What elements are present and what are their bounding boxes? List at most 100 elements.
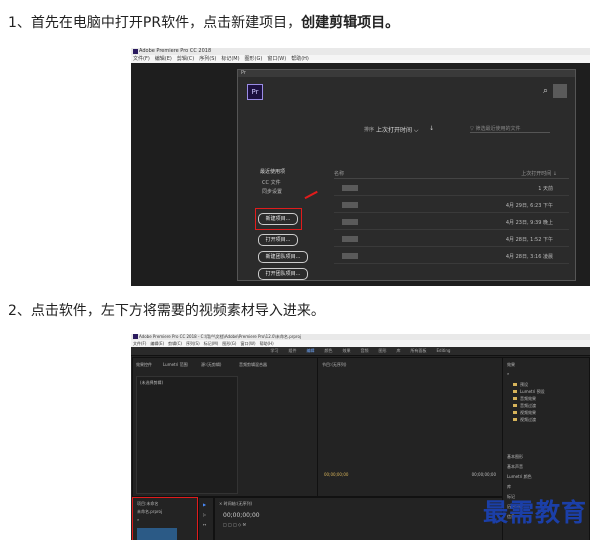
ws-learn[interactable]: 学习 bbox=[271, 348, 279, 353]
tools-panel: ▶ ▷ ↔ bbox=[198, 497, 214, 540]
effects-item[interactable]: Lumetri 预设 bbox=[520, 389, 545, 395]
menu-clip[interactable]: 剪辑(C) bbox=[168, 341, 182, 346]
tab-audio-clip-mixer[interactable]: 音频剪辑混合器 bbox=[239, 362, 267, 368]
open-team-project-button[interactable]: 打开团队项目... bbox=[258, 268, 308, 280]
ws-editing[interactable]: Editing bbox=[437, 348, 451, 353]
folder-icon bbox=[513, 390, 517, 393]
folder-icon bbox=[513, 418, 517, 421]
menu-window[interactable]: 窗口(W) bbox=[240, 341, 255, 346]
program-monitor: 节目:(无序列) 00;00;00;00 00;00;00;00 bbox=[317, 357, 503, 497]
ws-color[interactable]: 颜色 bbox=[325, 348, 333, 353]
effects-item[interactable]: 音频过渡 bbox=[520, 403, 536, 409]
menu-help[interactable]: 帮助(H) bbox=[260, 341, 274, 346]
name-col-icon: 名称 bbox=[334, 171, 345, 177]
recent-row-date: 4月 28日, 1:52 下午 bbox=[505, 237, 553, 243]
ws-all-panels[interactable]: 所有面板 bbox=[411, 348, 427, 353]
panel-libraries[interactable]: 库 bbox=[507, 484, 511, 490]
ws-edit[interactable]: 编辑 bbox=[307, 348, 315, 353]
new-team-project-button[interactable]: 新建团队项目... bbox=[258, 251, 308, 263]
recent-row-date: 4月 29日, 6:23 下午 bbox=[505, 203, 553, 209]
sort-label: 排序 bbox=[364, 127, 375, 133]
search-icon[interactable]: ⌕ bbox=[507, 371, 509, 376]
ws-assembly[interactable]: 组件 bbox=[289, 348, 297, 353]
ws-library[interactable]: 库 bbox=[397, 348, 401, 353]
sidebar-heading[interactable]: 最近使用项 bbox=[260, 168, 285, 175]
effects-title[interactable]: 效果 bbox=[507, 362, 515, 368]
user-icon[interactable] bbox=[553, 84, 567, 98]
folder-icon bbox=[513, 383, 517, 386]
track-select-tool-icon[interactable]: ▷ bbox=[203, 512, 206, 517]
ws-audio[interactable]: 音频 bbox=[361, 348, 369, 353]
menu-marker[interactable]: 标记(M) bbox=[221, 56, 239, 62]
program-timecode-right: 00;00;00;00 bbox=[471, 472, 496, 477]
menu-edit[interactable]: 编辑(E) bbox=[150, 341, 164, 346]
step-2-text: 2、点击软件，左下方将需要的视频素材导入进来。 bbox=[8, 303, 325, 319]
recent-row[interactable]: 4月 29日, 6:23 下午 bbox=[334, 198, 569, 213]
recent-row-name bbox=[342, 253, 358, 259]
effects-item[interactable]: 视频过渡 bbox=[520, 417, 536, 423]
folder-icon bbox=[513, 397, 517, 400]
recent-row-date: 4月 23日, 9:39 晚上 bbox=[505, 220, 553, 226]
menu-file[interactable]: 文件(F) bbox=[133, 56, 150, 62]
timeline-timecode: 00;00;00;00 bbox=[223, 512, 260, 519]
menu-edit[interactable]: 编辑(E) bbox=[155, 56, 172, 62]
date-col-header[interactable]: 上次打开时间 ↓ bbox=[521, 170, 557, 177]
sidebar-item-cc-files[interactable]: CC 文件 bbox=[262, 179, 281, 186]
timeline-title[interactable]: × 时间轴:(无序列) bbox=[219, 501, 252, 507]
red-arrow-icon bbox=[304, 190, 318, 199]
program-title[interactable]: 节目:(无序列) bbox=[322, 362, 346, 368]
recent-row[interactable]: 4月 28日, 1:52 下午 bbox=[334, 232, 569, 247]
panel-essential-sound[interactable]: 基本声音 bbox=[507, 464, 523, 470]
recent-row-date: 4月 28日, 3:16 凌晨 bbox=[505, 254, 553, 260]
sidebar-item-sync[interactable]: 同步设置 bbox=[262, 188, 282, 195]
effects-item[interactable]: 音频效果 bbox=[520, 396, 536, 402]
recent-row[interactable]: 1 天前 bbox=[334, 181, 569, 196]
recent-row[interactable]: 4月 23日, 9:39 晚上 bbox=[334, 215, 569, 230]
menu-graphics[interactable]: 图形(G) bbox=[245, 56, 263, 62]
effects-item[interactable]: 预设 bbox=[520, 382, 528, 388]
open-project-button[interactable]: 打开项目... bbox=[258, 234, 298, 246]
project-panel-highlight bbox=[132, 497, 198, 540]
menu-bar: 文件(F) 编辑(E) 剪辑(C) 序列(S) 标记(M) 图形(G) 窗口(W) 帮助(H) bbox=[131, 340, 590, 347]
ripple-tool-icon[interactable]: ↔ bbox=[203, 522, 206, 527]
app-title: Adobe Premiere Pro CC 2018 - C:\用户\文档\Ad… bbox=[139, 334, 302, 339]
app-title: Adobe Premiere Pro CC 2018 bbox=[139, 48, 212, 54]
panel-lumetri-color[interactable]: Lumetri 颜色 bbox=[507, 474, 532, 480]
pr-logo-icon: Pr bbox=[247, 84, 263, 100]
new-project-highlight bbox=[255, 208, 302, 230]
panel-essential-graphics[interactable]: 基本图形 bbox=[507, 454, 523, 460]
filter-input[interactable]: ▽ 筛选最近使用的文件 bbox=[470, 125, 550, 133]
sort-value: 上次打开时间 bbox=[376, 127, 413, 134]
selection-tool-icon[interactable]: ▶ bbox=[203, 502, 206, 507]
menu-clip[interactable]: 剪辑(C) bbox=[177, 56, 194, 62]
tab-source[interactable]: 源:(无剪辑) bbox=[201, 362, 221, 368]
tab-effect-controls[interactable]: 效果控件 bbox=[136, 362, 152, 368]
menu-sequence[interactable]: 序列(S) bbox=[186, 341, 200, 346]
menu-graphics[interactable]: 图形(G) bbox=[222, 341, 236, 346]
effects-item[interactable]: 视频效果 bbox=[520, 410, 536, 416]
ws-effects[interactable]: 效果 bbox=[343, 348, 351, 353]
menu-file[interactable]: 文件(F) bbox=[133, 341, 146, 346]
menu-help[interactable]: 帮助(H) bbox=[291, 56, 309, 62]
recent-row-name bbox=[342, 219, 358, 225]
folder-icon bbox=[513, 404, 517, 407]
sort-select[interactable]: 上次打开时间 ⌵ bbox=[376, 125, 418, 135]
workspace-bar: 学习 组件 编辑 颜色 效果 音频 图形 库 所有面板 Editing bbox=[131, 347, 590, 356]
ws-graphics[interactable]: 图形 bbox=[379, 348, 387, 353]
menu-sequence[interactable]: 序列(S) bbox=[199, 56, 216, 62]
tab-lumetri-scopes[interactable]: Lumetri 范围 bbox=[163, 362, 188, 368]
recent-row[interactable]: 4月 28日, 3:16 凌晨 bbox=[334, 249, 569, 264]
timeline-tools-icon[interactable]: □ □ □ ◇ ⚒ bbox=[223, 522, 246, 527]
filter-placeholder: 筛选最近使用的文件 bbox=[475, 126, 521, 132]
step-1-text: 1、首先在电脑中打开PR软件，点击新建项目，创建剪辑项目。 bbox=[8, 12, 399, 32]
recent-row-name bbox=[342, 185, 358, 191]
sort-arrow-icon[interactable]: ↓ bbox=[429, 125, 434, 132]
dialog-titlebar: Pr bbox=[238, 70, 575, 77]
filter-icon: ▽ bbox=[470, 126, 474, 132]
menu-window[interactable]: 窗口(W) bbox=[267, 56, 286, 62]
source-panel: 效果控件 Lumetri 范围 源:(无剪辑) 音频剪辑混合器 (未选择剪辑) bbox=[132, 357, 318, 497]
start-dialog: Pr Pr ⌕ 排序 上次打开时间 ⌵ ↓ ▽ 筛选最近使用的文件 最近使用项 … bbox=[237, 69, 576, 281]
recent-column-header: 名称 上次打开时间 ↓ bbox=[334, 168, 569, 179]
search-icon[interactable]: ⌕ bbox=[543, 86, 548, 96]
menu-marker[interactable]: 标记(M) bbox=[204, 341, 219, 346]
